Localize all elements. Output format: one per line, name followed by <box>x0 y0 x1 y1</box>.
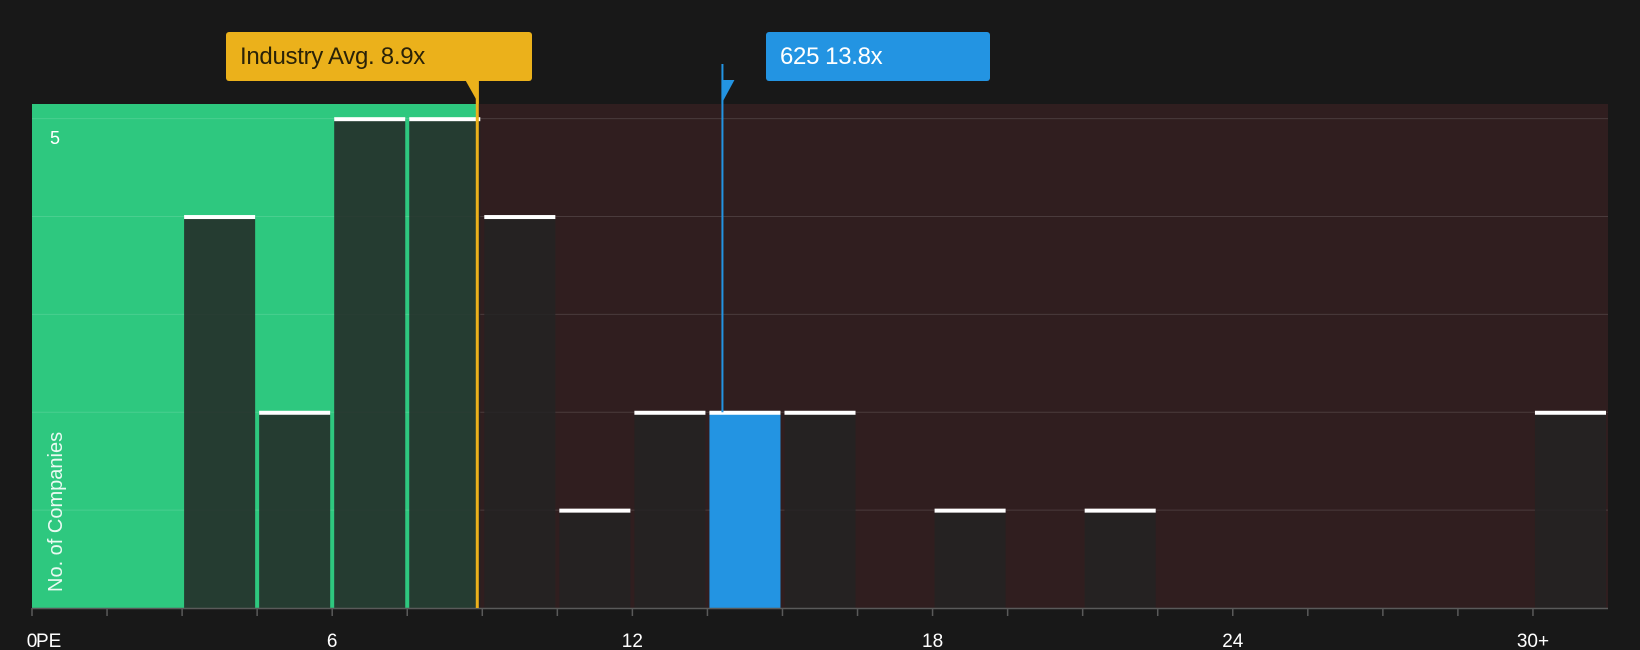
industry-average-label: Industry Avg. <box>240 42 375 70</box>
highlighted-bar <box>709 412 781 608</box>
x-axis: 0 6 12 18 24 30+ <box>27 607 1608 650</box>
company-name: 625 <box>780 42 820 70</box>
x-axis-label: PE <box>36 631 61 650</box>
histogram-bar <box>484 216 556 608</box>
bar-top-cap <box>409 117 481 122</box>
bar-top-cap <box>934 508 1006 513</box>
bar-top-cap <box>1534 410 1606 415</box>
bar-top-cap <box>259 410 331 415</box>
x-tick-label: 24 <box>1222 631 1244 650</box>
company-pe-value: 13.8x <box>825 42 883 70</box>
industry-average-value: 8.9x <box>380 42 425 70</box>
bar-top-cap <box>634 410 706 415</box>
x-tick-label: 6 <box>327 631 338 650</box>
histogram-bar <box>334 118 406 608</box>
histogram-bar <box>1084 510 1156 608</box>
bar-top-cap <box>1084 508 1156 513</box>
histogram-bar <box>184 216 256 608</box>
industry-average-pointer <box>465 80 479 104</box>
histogram-bar <box>934 510 1006 608</box>
pe-distribution-chart: 0 6 12 18 24 30+ PE No. of Companies 5 <box>27 64 1609 650</box>
bar-top-cap <box>709 410 781 415</box>
histogram-bar <box>409 118 481 608</box>
histogram-bar <box>1534 412 1606 608</box>
x-tick-label: 12 <box>622 631 643 650</box>
histogram-bar <box>559 510 631 608</box>
bar-top-cap <box>559 508 631 513</box>
bar-top-cap <box>484 215 556 220</box>
bar-top-cap <box>784 410 856 415</box>
bar-top-cap <box>184 215 256 220</box>
industry-average-callout: Industry Avg. 8.9x <box>226 32 532 81</box>
x-tick-label: 18 <box>922 631 943 650</box>
bar-top-cap <box>334 117 406 122</box>
company-callout: 625 13.8x <box>766 32 990 81</box>
histogram-bar <box>784 412 856 608</box>
y-axis-label: No. of Companies <box>45 432 67 592</box>
histogram-bar <box>634 412 706 608</box>
x-tick-label: 30+ <box>1517 631 1549 650</box>
y-tick-label: 5 <box>50 128 60 148</box>
histogram-bar <box>259 412 331 608</box>
